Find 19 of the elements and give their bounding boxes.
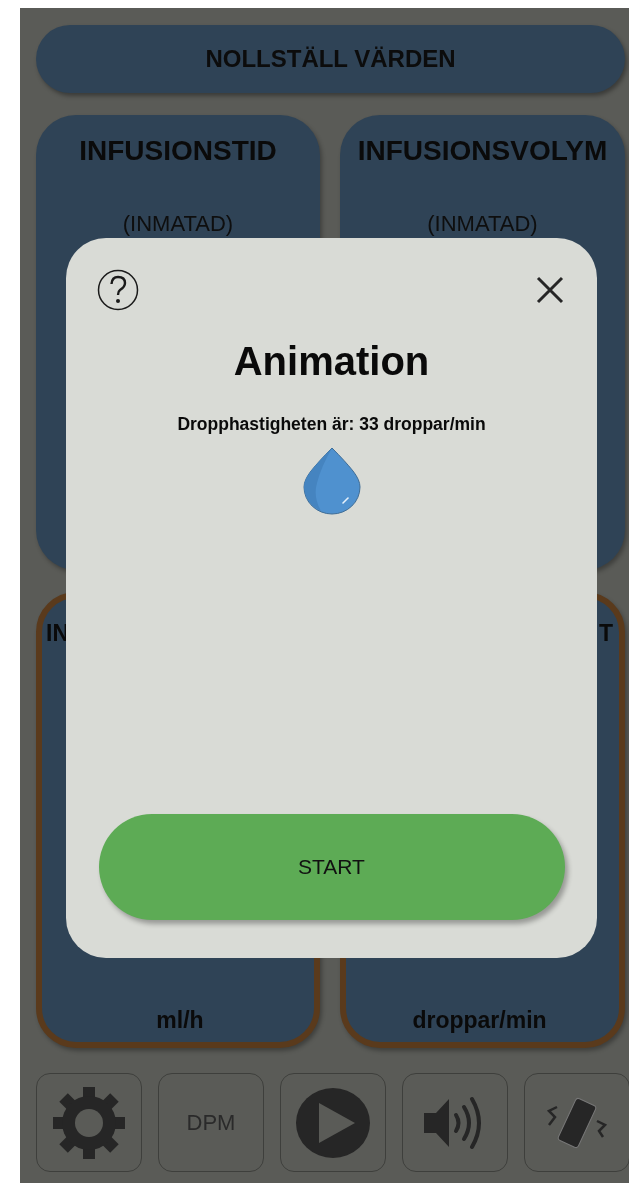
play-icon (295, 1086, 371, 1159)
play-button[interactable] (280, 1073, 386, 1172)
card-title: INFUSIONSTID (79, 135, 277, 167)
settings-button[interactable] (36, 1073, 142, 1172)
card-unit: ml/h (156, 1007, 204, 1034)
card-unit: droppar/min (412, 1007, 547, 1034)
sound-button[interactable] (402, 1073, 508, 1172)
reset-values-button[interactable]: NOLLSTÄLL VÄRDEN (36, 25, 625, 93)
card-subtitle: (INMATAD) (122, 211, 234, 237)
water-drop-icon (302, 447, 361, 515)
dialog-title: Animation (233, 339, 430, 384)
close-icon[interactable] (536, 276, 564, 304)
drip-rate-text: Dropphastigheten är: 33 droppar/min (177, 414, 486, 435)
card-subtitle: (INMATAD) (427, 211, 538, 237)
card-title: T (598, 620, 613, 647)
start-button[interactable]: START (98, 814, 565, 920)
settings-icon (51, 1086, 127, 1159)
card-title: INFUSIONSVOLYM (357, 135, 608, 167)
help-icon[interactable] (97, 269, 139, 311)
